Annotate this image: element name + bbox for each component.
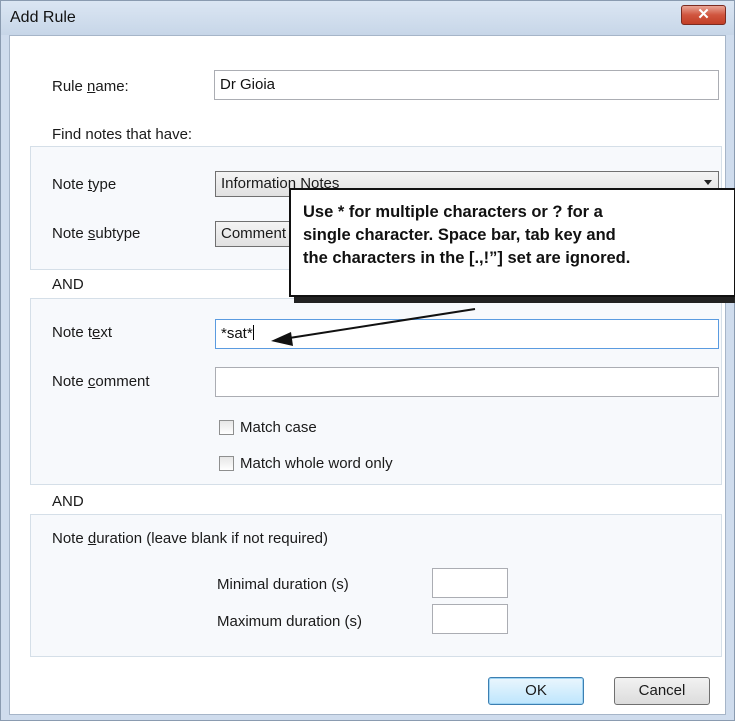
- add-rule-dialog: Add Rule ✕ Rule name: Dr Gioia Find note…: [0, 0, 735, 721]
- annotation-arrow: [271, 308, 476, 346]
- arrow-line: [282, 308, 476, 340]
- arrow-head-icon: [271, 332, 293, 346]
